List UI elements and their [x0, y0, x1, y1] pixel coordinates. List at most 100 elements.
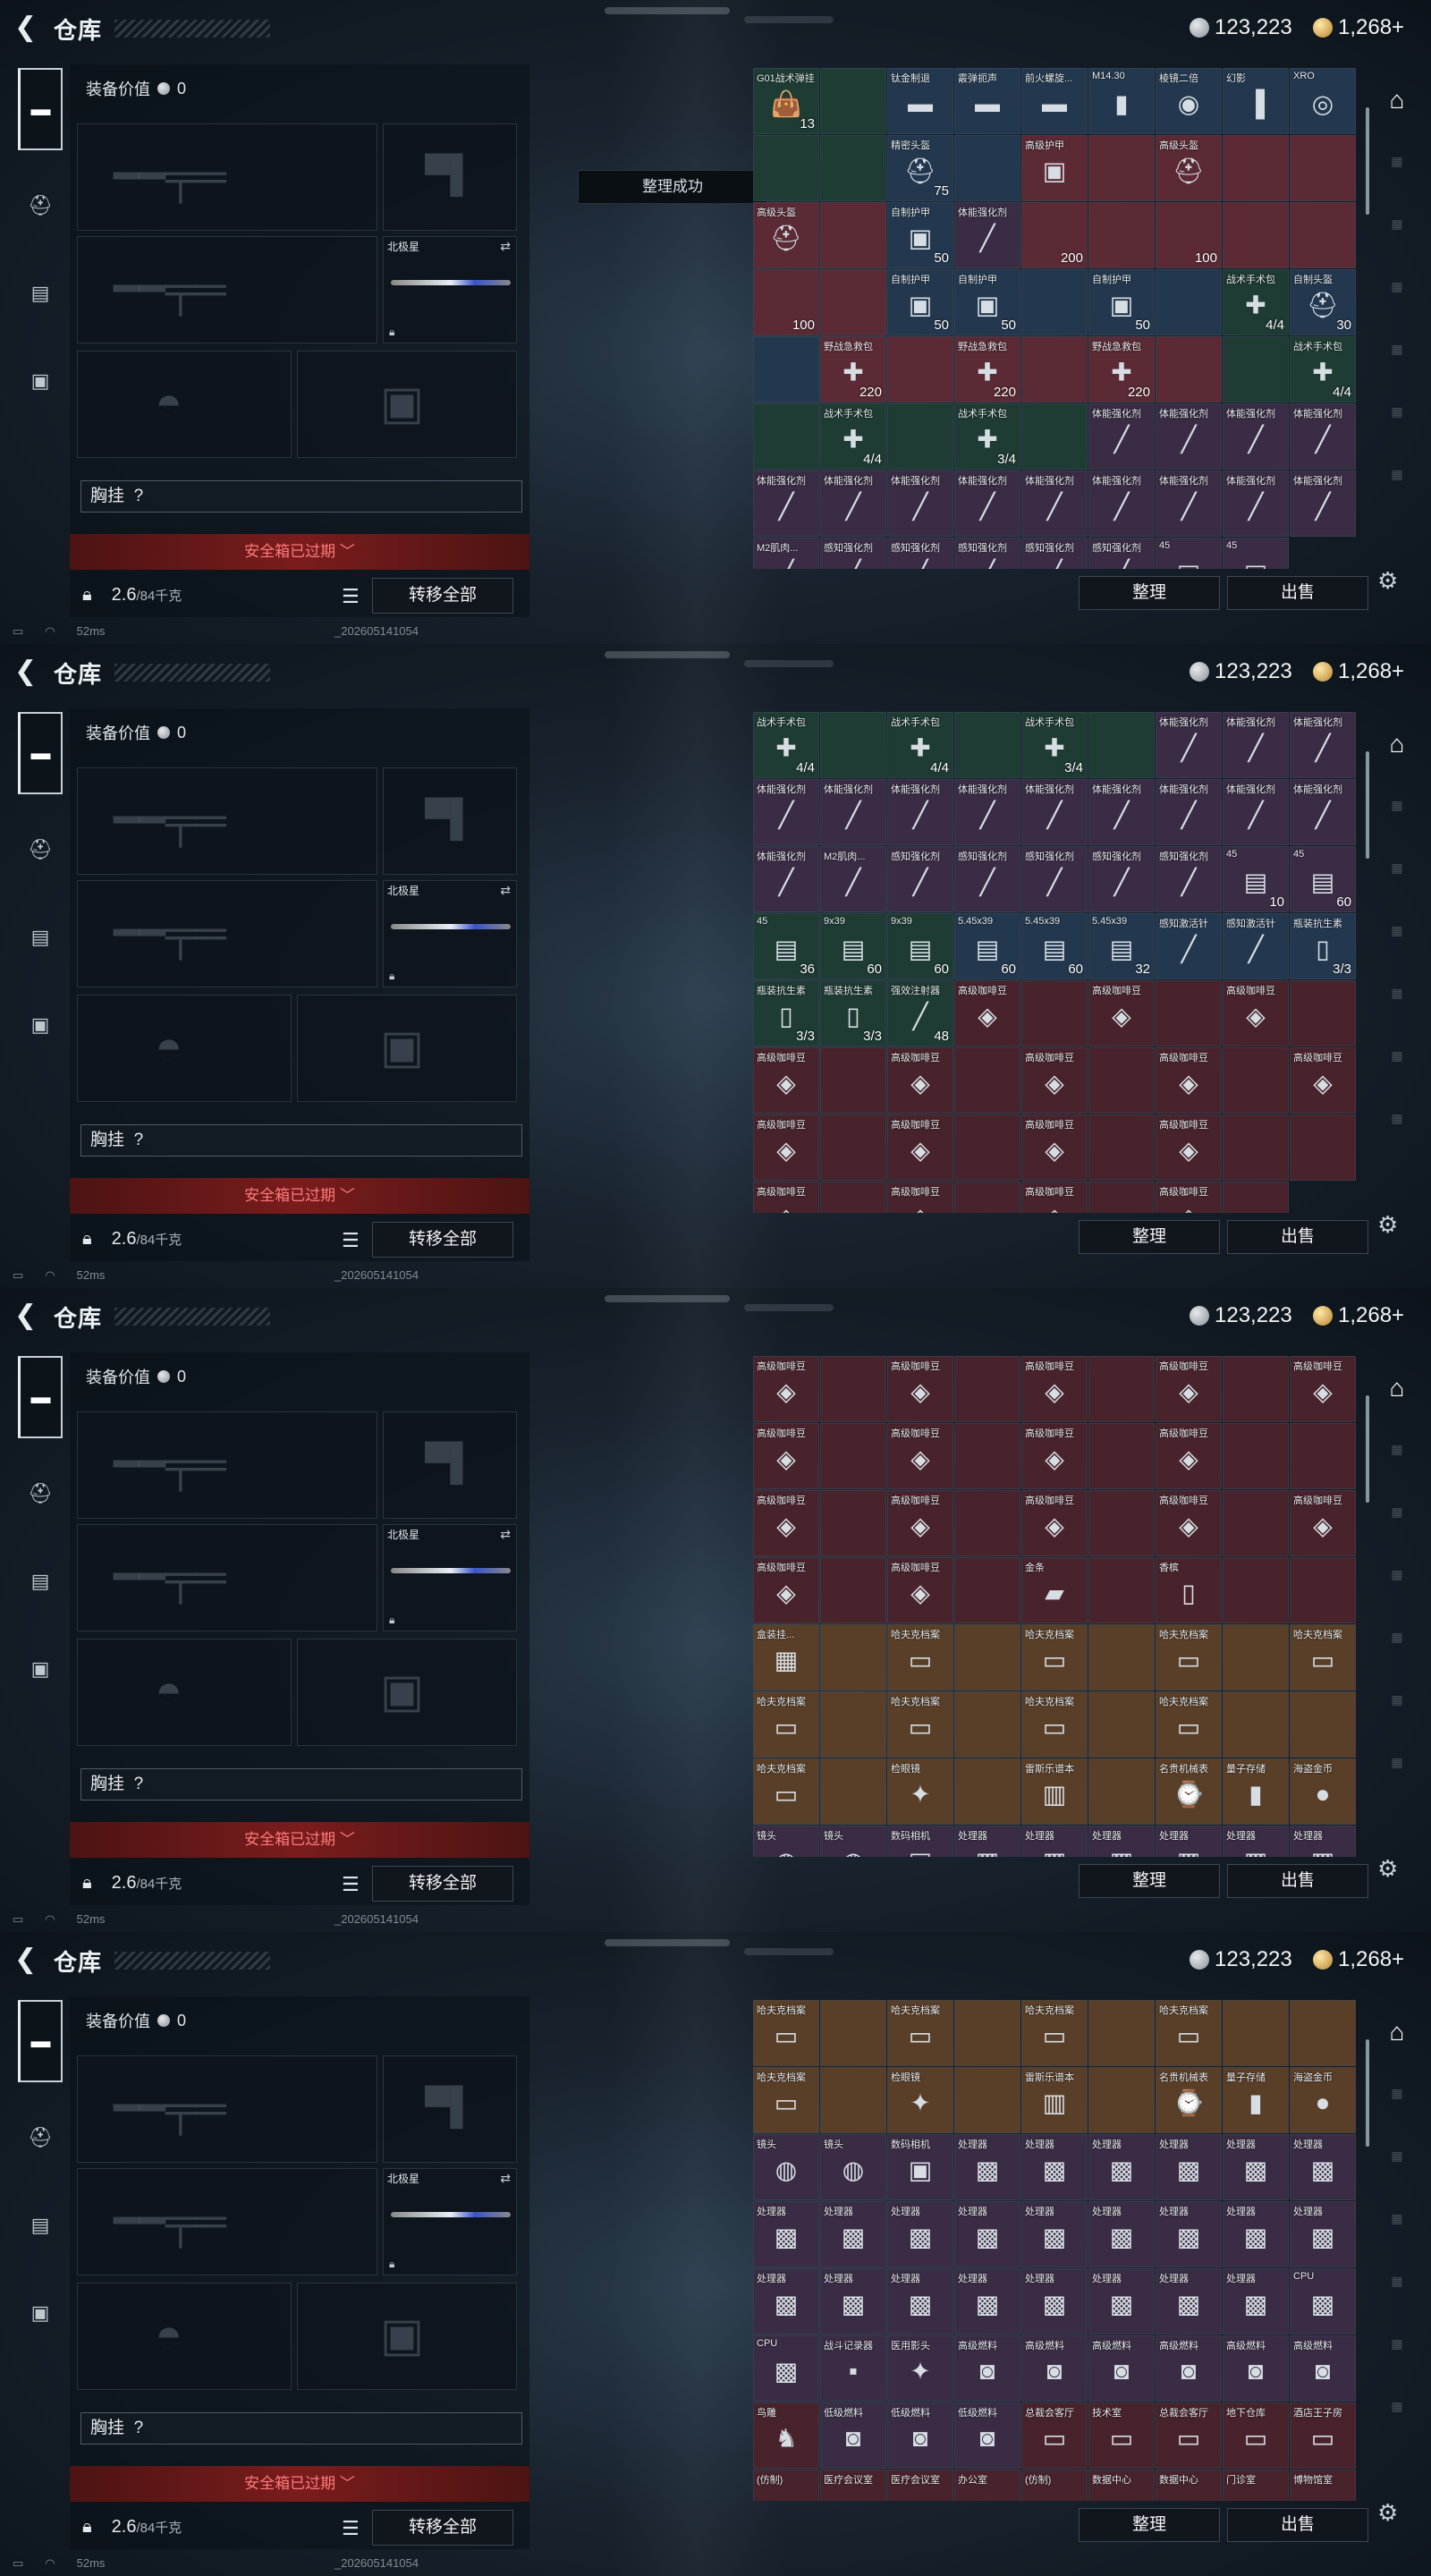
- stash-cell[interactable]: 钛金制退 ▬: [887, 68, 953, 134]
- stash-cell[interactable]: 体能强化剂 ╱: [887, 779, 953, 845]
- stash-page-icon[interactable]: ▦: [1374, 1048, 1420, 1091]
- stash-cell[interactable]: [1088, 1047, 1155, 1114]
- stash-cell[interactable]: 高级咖啡豆 ◈: [887, 1047, 953, 1114]
- stash-cell[interactable]: [1223, 1490, 1289, 1556]
- stash-cell[interactable]: 45 ▤ 60: [1290, 846, 1356, 912]
- stash-cell[interactable]: 体能强化剂 ╱: [753, 846, 819, 912]
- armor-slot[interactable]: ▣: [297, 1639, 517, 1746]
- stash-cell[interactable]: [1021, 403, 1088, 470]
- back-arrow-icon[interactable]: ❮: [14, 657, 39, 687]
- stash-cell[interactable]: 高级燃料 ◙: [954, 2335, 1020, 2402]
- primary-weapon-slot[interactable]: ━━╤═: [77, 123, 377, 231]
- stash-cell[interactable]: 处理器 ▩: [1088, 2201, 1155, 2267]
- stash-cell[interactable]: 处理器 ▩: [887, 2268, 953, 2334]
- back-arrow-icon[interactable]: ❮: [14, 1945, 39, 1975]
- stash-cell[interactable]: [954, 135, 1020, 201]
- stash-cell[interactable]: 高级头盔 ⛑: [753, 202, 819, 268]
- stash-cell[interactable]: 高级咖啡豆 ◈: [1290, 1047, 1356, 1114]
- stash-cell[interactable]: 高级咖啡豆 ◈: [1021, 1114, 1088, 1181]
- tab-briefcase-icon[interactable]: ▣: [18, 984, 63, 1066]
- stash-cell[interactable]: 100: [1156, 202, 1222, 268]
- stash-page-icon[interactable]: ▦: [1374, 154, 1420, 197]
- stash-page-icon[interactable]: ▦: [1374, 342, 1420, 385]
- tab-gun-icon[interactable]: ▬: [18, 712, 63, 794]
- stash-cell[interactable]: 哈夫克档案 ▭: [1156, 2000, 1222, 2066]
- stash-cell[interactable]: 酒店王子房 ▭: [1290, 2402, 1356, 2469]
- stash-cell[interactable]: [1223, 1691, 1289, 1758]
- stash-cell[interactable]: 9x39 ▤ 60: [887, 913, 953, 979]
- stash-cell[interactable]: 高级燃料 ◙: [1290, 2335, 1356, 2402]
- stash-cell[interactable]: 医疗会议室 ▭: [820, 2470, 886, 2501]
- stash-cell[interactable]: 战术手术包 ✚ 4/4: [887, 712, 953, 778]
- stash-cell[interactable]: 处理器 ▩: [1021, 1826, 1088, 1857]
- stash-cell[interactable]: 处理器 ▩: [1290, 2201, 1356, 2267]
- stash-cell[interactable]: 处理器 ▩: [954, 2201, 1020, 2267]
- stash-page-icon[interactable]: ▦: [1374, 1630, 1420, 1673]
- list-icon[interactable]: ☰: [342, 1873, 360, 1896]
- stash-cell[interactable]: [954, 1423, 1020, 1489]
- stash-cell[interactable]: 战术手术包 ✚ 3/4: [954, 403, 1020, 470]
- stash-cell[interactable]: [820, 2067, 886, 2133]
- stash-cell[interactable]: 瓶装抗生素 ▯ 3/3: [1290, 913, 1356, 979]
- stash-cell[interactable]: 感知激活针 ╱: [1223, 913, 1289, 979]
- stash-cell[interactable]: 强效注射器 ╱ 48: [887, 980, 953, 1046]
- stash-page-icon[interactable]: ▦: [1374, 2148, 1420, 2191]
- back-arrow-icon[interactable]: ❮: [14, 1301, 39, 1331]
- stash-cell[interactable]: 战斗记录器 ▪: [820, 2335, 886, 2402]
- stash-cell[interactable]: [1088, 1114, 1155, 1181]
- stash-cell[interactable]: [820, 1490, 886, 1556]
- stash-cell[interactable]: [1223, 1182, 1289, 1213]
- stash-cell[interactable]: 5.45x39 ▤ 60: [954, 913, 1020, 979]
- stash-cell[interactable]: [954, 1624, 1020, 1690]
- tab-helmet-icon[interactable]: ⛑: [18, 165, 63, 247]
- stash-cell[interactable]: 感知强化剂 ╱: [1156, 846, 1222, 912]
- swap-icon[interactable]: ⇄: [500, 1527, 511, 1542]
- stash-cell[interactable]: 博物馆室 ▭: [1290, 2470, 1356, 2501]
- chest-rig-slot[interactable]: 胸挂 ?: [80, 2412, 522, 2445]
- move-all-button[interactable]: 转移全部: [372, 578, 513, 614]
- pistol-slot[interactable]: ▀▌: [383, 123, 517, 231]
- stash-cell[interactable]: 感知强化剂 ╱: [820, 538, 886, 569]
- stash-cell[interactable]: [1156, 980, 1222, 1046]
- knife-slot[interactable]: 北极星 ⇄ 🔒︎: [383, 1524, 517, 1631]
- stash-cell[interactable]: 高级咖啡豆 ◈: [887, 1557, 953, 1623]
- stash-cell[interactable]: [1290, 2000, 1356, 2066]
- stash-cell[interactable]: 高级咖啡豆 ◈: [1021, 1423, 1088, 1489]
- stash-cell[interactable]: 感知强化剂 ╱: [954, 846, 1020, 912]
- stash-cell[interactable]: 高级头盔 ⛑: [1156, 135, 1222, 201]
- safebox-expired-bar[interactable]: 安全箱已过期 ﹀: [70, 534, 529, 570]
- stash-cell[interactable]: [820, 1356, 886, 1422]
- stash-cell[interactable]: 哈夫克档案 ▭: [887, 1624, 953, 1690]
- stash-cell[interactable]: [1223, 1047, 1289, 1114]
- tab-briefcase-icon[interactable]: ▣: [18, 340, 63, 422]
- stash-cell[interactable]: [954, 2067, 1020, 2133]
- stash-cell[interactable]: [820, 1114, 886, 1181]
- stash-cell[interactable]: 办公室 ▭: [954, 2470, 1020, 2501]
- stash-cell[interactable]: 哈夫克档案 ▭: [753, 1758, 819, 1825]
- stash-cell[interactable]: 感知强化剂 ╱: [1021, 538, 1088, 569]
- stash-cell[interactable]: 高级咖啡豆 ◈: [1156, 1423, 1222, 1489]
- stash-cell[interactable]: 体能强化剂 ╱: [954, 779, 1020, 845]
- stash-cell[interactable]: 体能强化剂 ╱: [954, 470, 1020, 537]
- stash-page-icon[interactable]: ▦: [1374, 404, 1420, 447]
- primary-weapon-slot[interactable]: ━━╤═: [77, 767, 377, 875]
- stash-cell[interactable]: 哈夫克档案 ▭: [753, 1691, 819, 1758]
- stash-cell[interactable]: 处理器 ▩: [1156, 2201, 1222, 2267]
- stash-page-icon[interactable]: ▦: [1374, 1504, 1420, 1547]
- stash-cell[interactable]: 数据中心 ▭: [1156, 2470, 1222, 2501]
- stash-cell[interactable]: [1223, 2000, 1289, 2066]
- stash-cell[interactable]: 技术室 ▭: [1088, 2402, 1155, 2469]
- move-all-button[interactable]: 转移全部: [372, 1866, 513, 1902]
- stash-cell[interactable]: [820, 135, 886, 201]
- stash-page-icon[interactable]: ▦: [1374, 1111, 1420, 1154]
- stash-cell[interactable]: 感知激活针 ╱: [1156, 913, 1222, 979]
- stash-cell[interactable]: [954, 2000, 1020, 2066]
- stash-cell[interactable]: 处理器 ▩: [1021, 2134, 1088, 2200]
- silver-currency[interactable]: 123,223: [1190, 1945, 1292, 1975]
- stash-page-icon[interactable]: ▦: [1374, 923, 1420, 966]
- move-all-button[interactable]: 转移全部: [372, 1222, 513, 1258]
- stash-cell[interactable]: 处理器 ▩: [1223, 2134, 1289, 2200]
- stash-cell[interactable]: 盒装挂... ▦: [753, 1624, 819, 1690]
- stash-cell[interactable]: 量子存储 ▮: [1223, 1758, 1289, 1825]
- stash-home-icon[interactable]: ⌂: [1374, 1374, 1420, 1417]
